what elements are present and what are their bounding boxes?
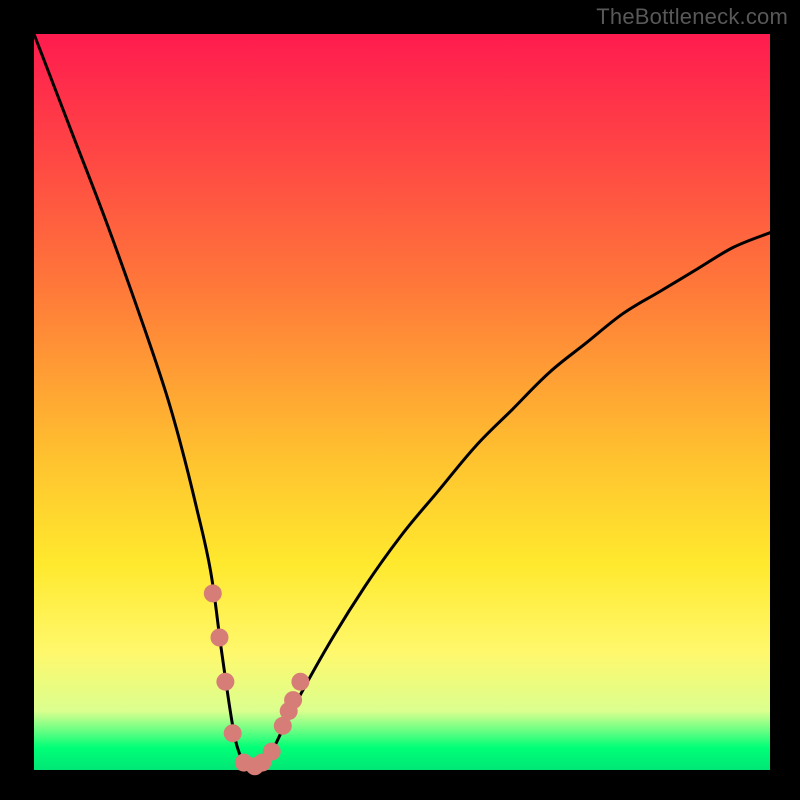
- chart-stage: TheBottleneck.com: [0, 0, 800, 800]
- highlight-dot: [291, 673, 309, 691]
- highlight-dot: [224, 724, 242, 742]
- highlight-dot: [211, 629, 229, 647]
- highlight-dot: [204, 584, 222, 602]
- bottleneck-chart: [0, 0, 800, 800]
- highlight-dot: [284, 691, 302, 709]
- highlight-dot: [263, 743, 281, 761]
- highlight-dot: [216, 673, 234, 691]
- plot-background: [34, 34, 770, 770]
- watermark-text: TheBottleneck.com: [596, 4, 788, 30]
